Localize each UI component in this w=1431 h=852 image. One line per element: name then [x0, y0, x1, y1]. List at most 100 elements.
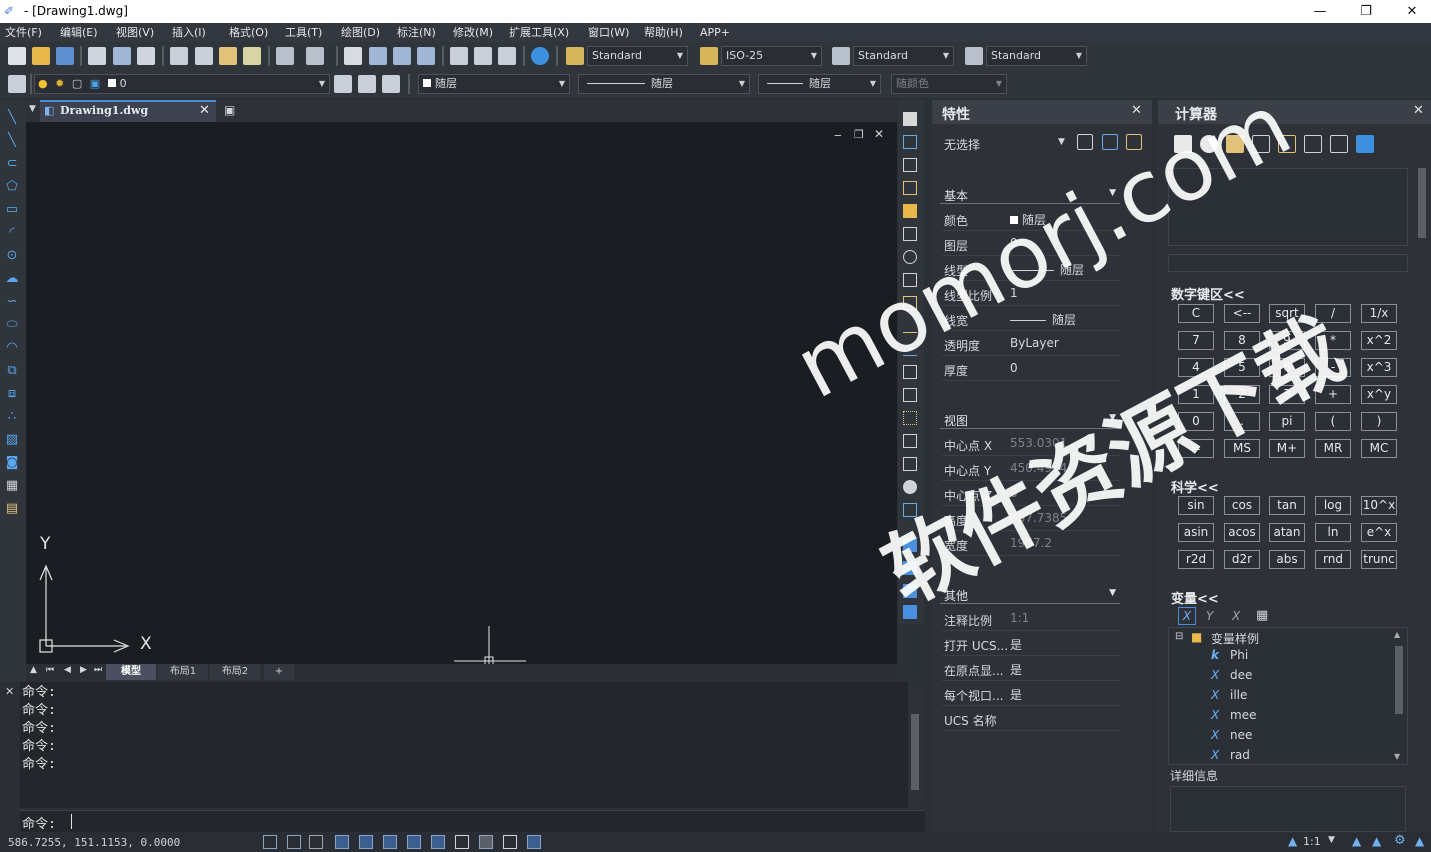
open-icon[interactable]	[32, 47, 50, 65]
make-current-layer-icon[interactable]	[334, 75, 352, 93]
selection-cycling-icon[interactable]	[503, 835, 517, 849]
menu-dimension[interactable]: 标注(N)	[397, 23, 436, 42]
paste-icon[interactable]	[219, 47, 237, 65]
calc-key[interactable]: log	[1315, 496, 1351, 515]
collapse-icon[interactable]: ⊟	[1175, 631, 1183, 642]
multileader-style-select[interactable]: Standard ▼	[986, 46, 1087, 66]
ellipse-icon[interactable]: ⬭	[4, 317, 20, 333]
calc-key[interactable]: d2r	[1224, 550, 1260, 569]
rectangle-icon[interactable]: ▭	[4, 202, 20, 218]
auto-scale-icon[interactable]: ▲	[1372, 834, 1381, 848]
new-tab-icon[interactable]: ▣	[224, 103, 235, 117]
new-icon[interactable]	[8, 47, 26, 65]
calc-key[interactable]: r2d	[1178, 550, 1214, 569]
dyn-ucs-icon[interactable]	[407, 835, 421, 849]
print-icon[interactable]	[88, 47, 106, 65]
calc-input[interactable]	[1168, 254, 1408, 272]
undo-icon[interactable]	[276, 47, 294, 65]
close-panel-icon[interactable]: ✕	[1413, 103, 1424, 118]
insert-block-icon[interactable]: ⧉	[4, 363, 20, 379]
menu-edit[interactable]: 编辑(E)	[60, 23, 98, 42]
drawing-canvas[interactable]: ‒ ❐ ✕ Y X	[26, 122, 897, 664]
zoom-window-icon[interactable]	[393, 47, 411, 65]
color-select[interactable]: 随层 ▼	[418, 74, 570, 94]
annotation-scale[interactable]: 1:1	[1303, 835, 1321, 848]
annotation-scale-icon[interactable]: ▲	[1288, 834, 1297, 848]
dyn-input-icon[interactable]	[431, 835, 445, 849]
menu-format[interactable]: 格式(O)	[229, 23, 268, 42]
calc-key[interactable]: 1/x	[1361, 304, 1397, 323]
angle-icon[interactable]	[1304, 135, 1322, 153]
numpad-section-label[interactable]: 数字键区<<	[1171, 284, 1245, 303]
calc-key[interactable]: (	[1315, 412, 1351, 431]
first-layout-icon[interactable]: ⏮	[46, 665, 54, 675]
move-icon[interactable]	[903, 227, 917, 241]
minimize-button[interactable]: —	[1297, 0, 1343, 23]
calc-key[interactable]: abs	[1269, 550, 1305, 569]
cut-icon[interactable]	[170, 47, 188, 65]
last-layout-icon[interactable]: ⏭	[94, 665, 102, 675]
calc-key[interactable]: C	[1178, 304, 1214, 323]
scroll-thumb[interactable]	[1395, 646, 1403, 714]
match-properties-icon[interactable]	[243, 47, 261, 65]
calc-key[interactable]: cos	[1224, 496, 1260, 515]
new-variable-icon[interactable]: X	[1178, 607, 1196, 625]
toggle-pickadd-icon[interactable]	[1077, 134, 1093, 150]
add-layout-tab[interactable]: +	[264, 664, 294, 680]
calc-key[interactable]: atan	[1269, 523, 1305, 542]
menu-tools[interactable]: 工具(T)	[285, 23, 322, 42]
tab-model[interactable]: 模型	[106, 664, 156, 680]
calculator-icon[interactable]: ▦	[1256, 608, 1268, 623]
table-style-select[interactable]: Standard ▼	[853, 46, 954, 66]
dim-style-select[interactable]: ISO-25 ▼	[721, 46, 822, 66]
menu-insert[interactable]: 插入(I)	[172, 23, 206, 42]
chamfer-icon[interactable]	[903, 434, 917, 448]
spline-icon[interactable]: ∽	[4, 294, 20, 310]
tab-layout1[interactable]: 布局1	[158, 664, 208, 680]
copy-icon[interactable]	[195, 47, 213, 65]
calc-key[interactable]: tan	[1269, 496, 1305, 515]
next-layout-icon[interactable]: ▶	[80, 665, 87, 675]
pan-icon[interactable]	[344, 47, 362, 65]
layer-manager-icon[interactable]	[8, 75, 26, 93]
menu-modify[interactable]: 修改(M)	[453, 23, 493, 42]
variable-root[interactable]: 变量样例	[1211, 630, 1259, 647]
var-section-label[interactable]: 变量<<	[1171, 588, 1219, 607]
prop-row[interactable]: 注释比例 1:1	[942, 606, 1120, 631]
scroll-up-icon[interactable]: ▲	[30, 665, 37, 675]
chevron-down-icon[interactable]: ▼	[1328, 835, 1335, 845]
hatch-icon[interactable]: ▨	[4, 432, 20, 448]
close-command-icon[interactable]: ✕	[5, 685, 14, 698]
calc-key[interactable]: rnd	[1315, 550, 1351, 569]
grid-icon[interactable]	[263, 835, 277, 849]
right-scrollbar[interactable]	[909, 688, 921, 808]
text-style-select[interactable]: Standard ▼	[587, 46, 688, 66]
ortho-icon[interactable]	[309, 835, 323, 849]
prop-row[interactable]: 在原点显... 是	[942, 656, 1120, 681]
menu-file[interactable]: 文件(F)	[5, 23, 42, 42]
save-icon[interactable]	[56, 47, 74, 65]
scroll-down-icon[interactable]: ▼	[1394, 752, 1400, 761]
make-block-icon[interactable]: ⧈	[4, 386, 20, 402]
lineweight-icon[interactable]	[455, 835, 469, 849]
layer-states-icon[interactable]	[382, 75, 400, 93]
close-panel-icon[interactable]: ✕	[1131, 103, 1142, 118]
polar-icon[interactable]	[335, 835, 349, 849]
mtext-icon[interactable]: ▤	[4, 501, 20, 517]
tab-layout2[interactable]: 布局2	[210, 664, 260, 680]
close-button[interactable]: ✕	[1389, 0, 1431, 23]
preview-icon[interactable]	[113, 47, 131, 65]
zoom-realtime-icon[interactable]	[369, 47, 387, 65]
table-icon[interactable]: ▦	[4, 478, 20, 494]
prop-row[interactable]: UCS 名称	[942, 706, 1120, 731]
calc-key[interactable]: )	[1361, 412, 1397, 431]
calc-key[interactable]: e^x	[1361, 523, 1397, 542]
design-center-icon[interactable]	[474, 47, 492, 65]
snap-icon[interactable]	[287, 835, 301, 849]
menu-help[interactable]: 帮助(H)	[644, 23, 683, 42]
offset-icon[interactable]	[903, 181, 917, 195]
quick-properties-icon[interactable]	[527, 835, 541, 849]
prev-layout-icon[interactable]: ◀	[64, 665, 71, 675]
delete-variable-icon[interactable]: X	[1232, 609, 1240, 623]
calc-key[interactable]: asin	[1178, 523, 1214, 542]
